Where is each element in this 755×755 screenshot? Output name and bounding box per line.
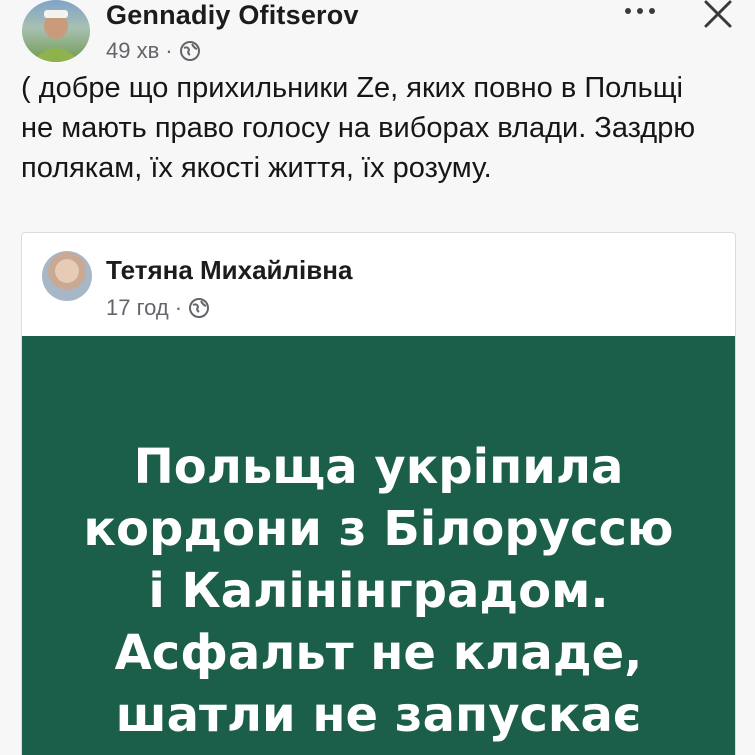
- banner-text: Польща укріпила кордони з Білоруссю і Ка…: [22, 436, 735, 746]
- author-name[interactable]: Gennadiy Ofitserov: [106, 0, 359, 31]
- post-text: ( добре що прихильники Ze, яких повно в …: [21, 72, 696, 184]
- shared-post-card[interactable]: Тетяна Михайлівна 17 год · Польща укріпи…: [21, 232, 736, 755]
- more-horizontal-icon: [625, 8, 631, 14]
- close-icon: [704, 0, 732, 28]
- more-dot: [649, 8, 655, 14]
- post-time[interactable]: 49 хв: [106, 38, 159, 64]
- meta-separator: ·: [174, 295, 183, 320]
- globe-icon: [189, 298, 210, 318]
- avatar-photo: [32, 10, 80, 62]
- shared-image-banner[interactable]: Польща укріпила кордони з Білоруссю і Ка…: [22, 336, 735, 755]
- more-options-button[interactable]: [616, 2, 664, 20]
- meta-separator: ·: [165, 38, 173, 63]
- post-meta: 49 хв ·: [106, 38, 201, 64]
- banner-line: Асфальт не кладе,: [114, 625, 643, 681]
- post-view: Gennadiy Ofitserov 49 хв · ( добре що пр…: [0, 0, 755, 755]
- more-dot: [637, 8, 643, 14]
- shared-post-time[interactable]: 17 год: [106, 295, 169, 321]
- author-avatar[interactable]: [22, 0, 90, 62]
- banner-line: і Калінінградом.: [148, 563, 609, 619]
- banner-line: шатли не запускає: [115, 687, 642, 743]
- close-button[interactable]: [700, 0, 736, 30]
- shared-author-name[interactable]: Тетяна Михайлівна: [106, 255, 352, 286]
- shared-author-avatar[interactable]: [42, 251, 92, 301]
- banner-line: кордони з Білоруссю: [83, 501, 674, 557]
- banner-line: Польща укріпила: [133, 439, 624, 495]
- shared-post-meta: 17 год ·: [106, 295, 210, 321]
- globe-icon: [179, 41, 200, 61]
